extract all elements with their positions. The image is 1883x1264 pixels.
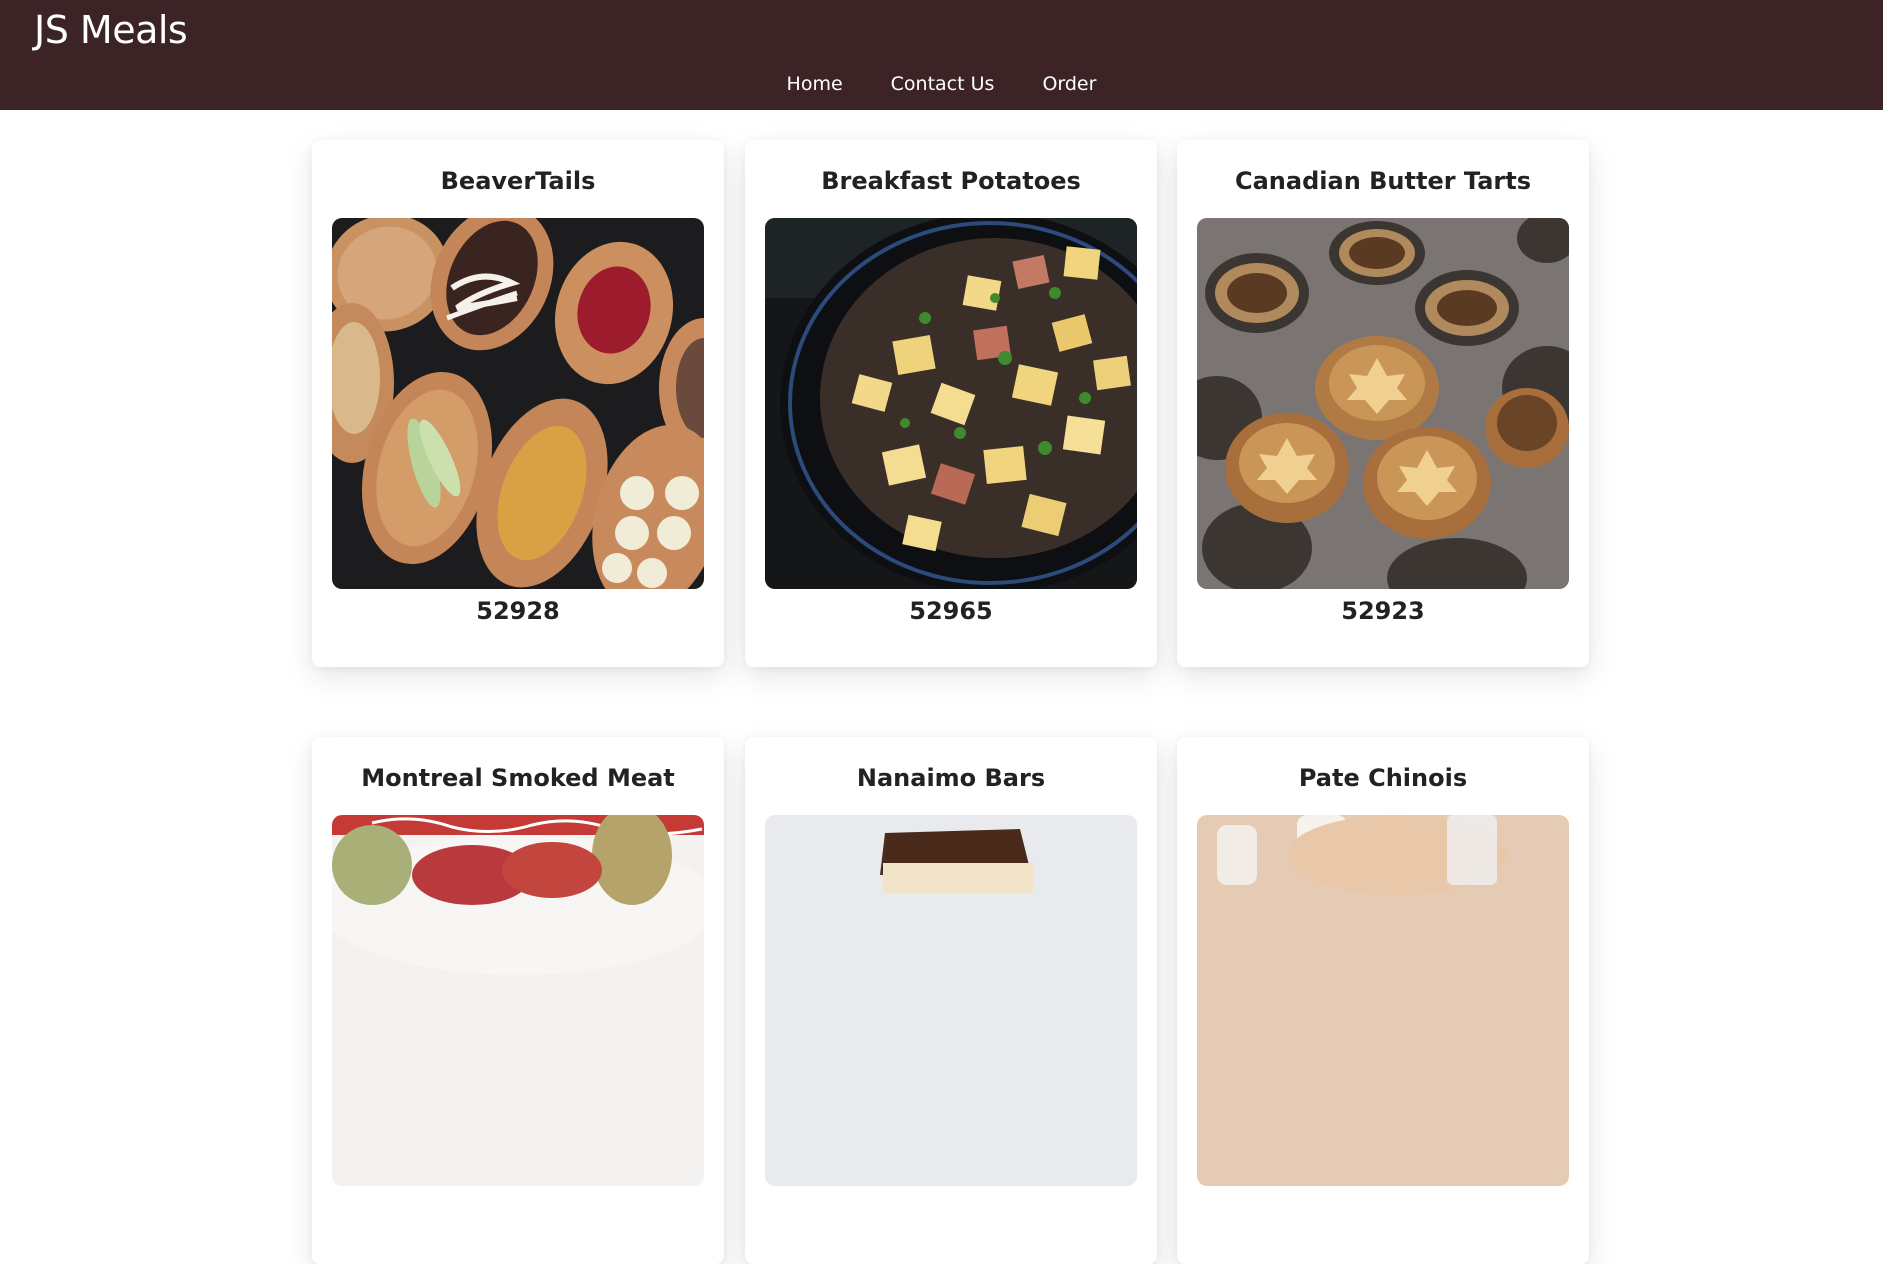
nav-order-link[interactable]: Order bbox=[1018, 70, 1120, 98]
meal-card[interactable]: Pate Chinois bbox=[1177, 737, 1589, 1264]
nav-contact-link[interactable]: Contact Us bbox=[867, 70, 1019, 98]
beavertails-photo bbox=[332, 218, 704, 589]
meal-title: Pate Chinois bbox=[1298, 764, 1468, 792]
smoked-meat-photo bbox=[332, 815, 704, 1186]
meal-id: 52965 bbox=[909, 597, 993, 625]
meal-id: 52923 bbox=[1341, 597, 1425, 625]
meal-title: Nanaimo Bars bbox=[856, 764, 1046, 792]
main-nav: Home Contact Us Order bbox=[0, 70, 1883, 98]
meal-card[interactable]: Canadian Butter Tarts 52923 bbox=[1177, 140, 1589, 667]
meal-id: 52928 bbox=[476, 597, 560, 625]
site-header: JS Meals Home Contact Us Order bbox=[0, 0, 1883, 110]
meal-title: Canadian Butter Tarts bbox=[1235, 167, 1531, 195]
meal-title: Breakfast Potatoes bbox=[821, 167, 1081, 195]
pate-chinois-photo bbox=[1197, 815, 1569, 1186]
nav-home-link[interactable]: Home bbox=[763, 70, 867, 98]
nanaimo-bars-photo bbox=[765, 815, 1137, 1186]
breakfast-potatoes-photo bbox=[765, 218, 1137, 589]
meal-card[interactable]: BeaverTails 52928 bbox=[312, 140, 724, 667]
meal-card[interactable]: Nanaimo Bars bbox=[745, 737, 1157, 1264]
butter-tarts-photo bbox=[1197, 218, 1569, 589]
meal-title: Montreal Smoked Meat bbox=[361, 764, 675, 792]
meal-card[interactable]: Breakfast Potatoes 52965 bbox=[745, 140, 1157, 667]
meal-card[interactable]: Montreal Smoked Meat bbox=[312, 737, 724, 1264]
meal-title: BeaverTails bbox=[440, 167, 596, 195]
brand-logo-text[interactable]: JS Meals bbox=[34, 6, 188, 54]
